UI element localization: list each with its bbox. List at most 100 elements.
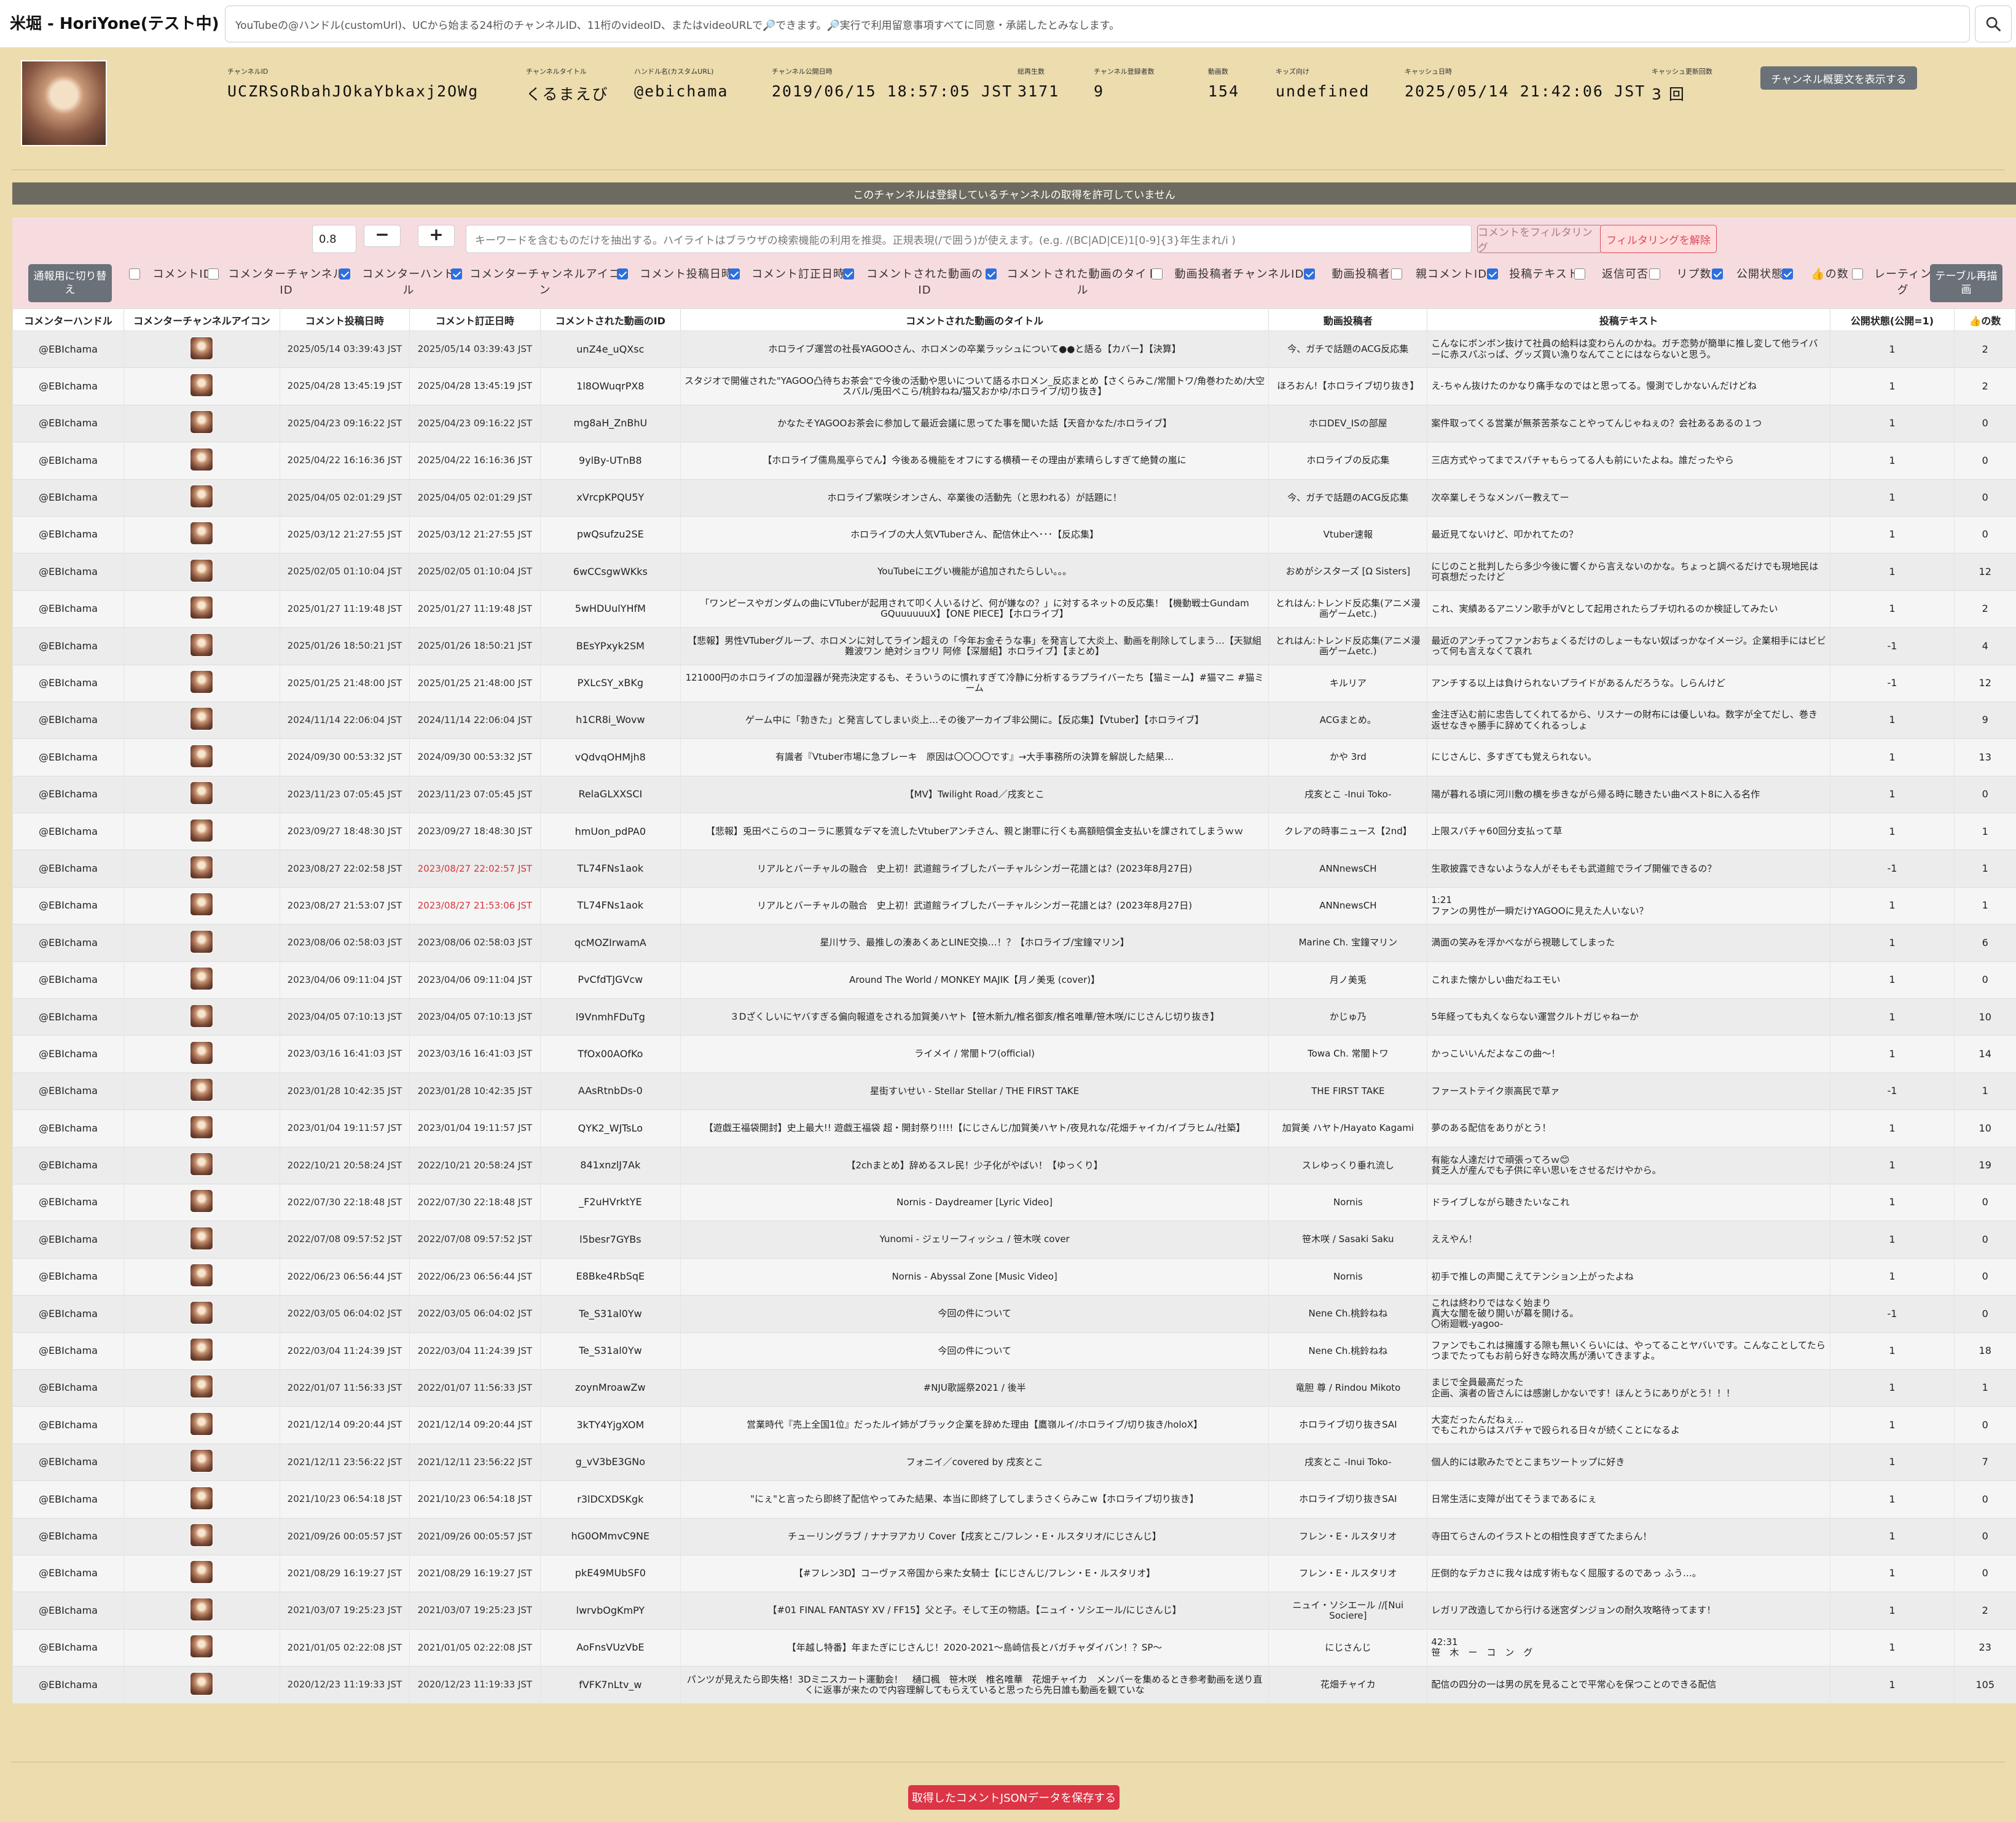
column-toggle-checkbox[interactable]: [451, 268, 462, 280]
column-header[interactable]: 投稿テキスト: [1427, 308, 1830, 331]
column-toggle-checkbox[interactable]: [208, 268, 219, 280]
column-toggle[interactable]: リプ数: [1649, 267, 1722, 283]
zoom-plus-button[interactable]: +: [418, 225, 455, 247]
commenter-avatar[interactable]: [190, 1560, 214, 1584]
commenter-avatar[interactable]: [190, 633, 214, 657]
show-about-button[interactable]: チャンネル概要文を表示する: [1760, 66, 1917, 90]
commenter-avatar[interactable]: [190, 855, 214, 879]
commenter-avatar[interactable]: [190, 818, 214, 842]
column-toggle[interactable]: コメントされた動画のID: [843, 267, 989, 299]
commenter-avatar[interactable]: [190, 485, 214, 509]
column-toggle[interactable]: コメント訂正日時: [729, 267, 850, 283]
column-toggle[interactable]: コメンターチャンネルID: [208, 267, 348, 299]
column-toggle-checkbox[interactable]: [1574, 268, 1585, 280]
commenter-avatar[interactable]: [190, 781, 214, 805]
commenter-avatar[interactable]: [190, 522, 214, 545]
commenter-avatar[interactable]: [190, 1338, 214, 1362]
column-toggle-checkbox[interactable]: [1852, 268, 1863, 280]
table-row: @EBIchama 2021/09/26 00:05:57 JST 2021/09/…: [12, 1517, 2016, 1555]
commenter-avatar[interactable]: [190, 558, 214, 582]
keyword-filter-input[interactable]: キーワードを含むものだけを抽出する。ハイライトはブラウザの検索機能の利用を推奨。…: [466, 225, 1472, 253]
column-toggle[interactable]: コメンターハンドル: [339, 267, 461, 299]
comment-text-cell: ええやん！: [1427, 1221, 1830, 1259]
column-toggle[interactable]: コメントされた動画のタイトル: [986, 267, 1163, 299]
column-toggle[interactable]: 親コメントID: [1391, 267, 1494, 283]
column-toggle[interactable]: コメンターチャンネルアイコン: [451, 267, 622, 299]
column-toggle-checkbox[interactable]: [1151, 268, 1163, 280]
save-json-button[interactable]: 取得したコメントJSONデータを保存する: [908, 1785, 1120, 1810]
commenter-avatar[interactable]: [190, 410, 214, 434]
commenter-avatar[interactable]: [190, 1597, 214, 1621]
commenter-icon-cell: [123, 1295, 280, 1333]
filter-comments-button[interactable]: コメントをフィルタリング: [1477, 225, 1602, 254]
report-mode-button[interactable]: 通報用に切り替え: [28, 264, 112, 302]
column-toggle-checkbox[interactable]: [617, 268, 628, 280]
column-header[interactable]: コメント訂正日時: [409, 308, 541, 331]
commenter-avatar[interactable]: [190, 596, 214, 620]
column-toggle-checkbox[interactable]: [129, 268, 140, 280]
commenter-avatar[interactable]: [190, 1449, 214, 1473]
commenter-avatar[interactable]: [190, 1189, 214, 1213]
column-toggle-checkbox[interactable]: [729, 268, 740, 280]
zoom-input[interactable]: 0.8: [312, 225, 356, 253]
commenter-avatar[interactable]: [190, 744, 214, 768]
column-toggle-checkbox[interactable]: [1649, 268, 1660, 280]
column-toggle[interactable]: レーティング: [1852, 267, 1937, 299]
clear-filter-button[interactable]: フィルタリングを解除: [1600, 225, 1717, 253]
commenter-avatar[interactable]: [190, 336, 214, 360]
commenter-avatar[interactable]: [190, 1115, 214, 1139]
column-toggle[interactable]: コメントID: [129, 267, 219, 283]
comment-text-cell: 個人的には歌みたでとこまちツートップに好き: [1427, 1443, 1830, 1481]
comment-text-cell: アンチする以上は負けられないプライドがあるんだろうな。しらんけど: [1427, 664, 1830, 702]
commenter-avatar[interactable]: [190, 1486, 214, 1510]
commenter-avatar[interactable]: [190, 707, 214, 731]
commenter-avatar[interactable]: [190, 1004, 214, 1028]
column-header[interactable]: 動画投稿者: [1268, 308, 1428, 331]
commenter-avatar[interactable]: [190, 893, 214, 917]
column-header[interactable]: 👍の数: [1953, 308, 2016, 331]
search-input[interactable]: YouTubeの@ハンドル(customUrl)、UCから始まる24桁のチャンネ…: [225, 6, 1970, 42]
column-toggle[interactable]: 返信可否: [1574, 267, 1659, 283]
commenter-avatar[interactable]: [190, 373, 214, 397]
commenter-avatar[interactable]: [190, 1375, 214, 1399]
column-header[interactable]: 公開状態(公開=1): [1830, 308, 1955, 331]
commenter-avatar[interactable]: [190, 929, 214, 953]
column-header[interactable]: コメントされた動画のID: [539, 308, 681, 331]
commenter-avatar[interactable]: [190, 1412, 214, 1436]
commenter-avatar[interactable]: [190, 447, 214, 471]
comment-posted-cell: 2025/01/27 11:19:48 JST: [279, 590, 410, 628]
column-toggle[interactable]: 動画投稿者チャンネルID: [1151, 267, 1310, 283]
commenter-avatar[interactable]: [190, 1226, 214, 1250]
search-button[interactable]: [1975, 6, 2012, 42]
column-header[interactable]: コメント投稿日時: [279, 308, 410, 331]
table-row: @EBIchama 2025/04/05 02:01:29 JST 2025/04/…: [12, 479, 2016, 517]
column-toggle-checkbox[interactable]: [1391, 268, 1402, 280]
redraw-table-button[interactable]: テーブル再描画: [1930, 264, 2002, 302]
zoom-minus-button[interactable]: −: [364, 225, 401, 247]
column-toggle-checkbox[interactable]: [1304, 268, 1315, 280]
column-toggle-checkbox[interactable]: [986, 268, 997, 280]
column-header[interactable]: コメントされた動画のタイトル: [680, 308, 1269, 331]
column-toggle[interactable]: 投稿テキスト: [1487, 267, 1584, 283]
commenter-avatar[interactable]: [190, 1635, 214, 1659]
column-toggle-checkbox[interactable]: [1782, 268, 1793, 280]
column-toggle[interactable]: コメント投稿日時: [617, 267, 739, 283]
column-toggle[interactable]: 公開状態: [1712, 267, 1790, 283]
column-toggle-checkbox[interactable]: [843, 268, 854, 280]
column-toggle[interactable]: 動画投稿者: [1304, 267, 1401, 283]
column-toggle-checkbox[interactable]: [1487, 268, 1498, 280]
commenter-avatar[interactable]: [190, 1671, 214, 1695]
column-header[interactable]: コメンターハンドル: [12, 308, 124, 331]
commenter-avatar[interactable]: [190, 967, 214, 991]
column-header[interactable]: コメンターチャンネルアイコン: [123, 308, 280, 331]
column-toggle-checkbox[interactable]: [1712, 268, 1723, 280]
commenter-avatar[interactable]: [190, 670, 214, 694]
commenter-avatar[interactable]: [190, 1041, 214, 1065]
commenter-avatar[interactable]: [190, 1264, 214, 1288]
commenter-avatar[interactable]: [190, 1152, 214, 1176]
commenter-avatar[interactable]: [190, 1523, 214, 1547]
column-toggle[interactable]: 👍の数: [1782, 267, 1861, 283]
column-toggle-checkbox[interactable]: [339, 268, 350, 280]
commenter-avatar[interactable]: [190, 1300, 214, 1324]
commenter-avatar[interactable]: [190, 1078, 214, 1102]
